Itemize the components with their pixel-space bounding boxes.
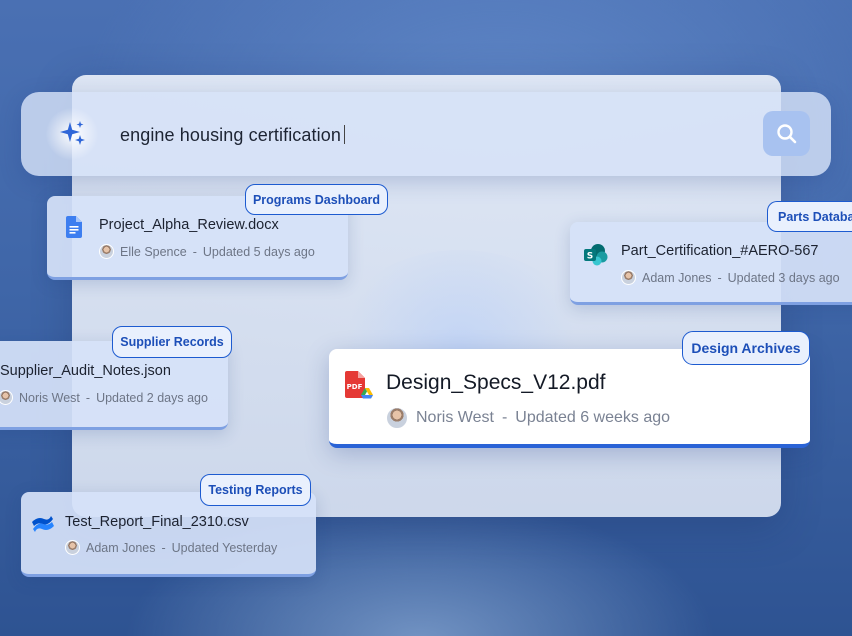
tag-label: Programs Dashboard <box>252 192 381 207</box>
result-card-part-certification[interactable]: S Part_Certification_#AERO-567 Adam Jone… <box>570 222 852 305</box>
confluence-icon <box>32 516 54 532</box>
meta-separator: - <box>192 244 197 259</box>
tag-programs-dashboard[interactable]: Programs Dashboard <box>245 184 388 215</box>
updated-time: Updated Yesterday <box>171 540 278 555</box>
tag-testing-reports[interactable]: Testing Reports <box>200 474 311 506</box>
file-name: Project_Alpha_Review.docx <box>99 217 279 233</box>
file-meta: Elle Spence - Updated 5 days ago <box>99 244 315 259</box>
tag-label: Testing Reports <box>208 483 303 497</box>
search-bar[interactable]: engine housing certification <box>21 92 831 176</box>
author-name: Elle Spence <box>120 244 187 259</box>
meta-separator: - <box>717 270 722 285</box>
tag-label: Parts Databa <box>778 209 852 224</box>
search-input[interactable]: engine housing certification <box>120 125 346 146</box>
author-name: Adam Jones <box>642 270 712 285</box>
tag-label: Supplier Records <box>120 335 224 349</box>
tag-supplier-records[interactable]: Supplier Records <box>112 326 232 358</box>
sharepoint-icon: S <box>584 244 608 266</box>
avatar <box>386 407 408 429</box>
author-name: Noris West <box>416 409 494 426</box>
file-name: Test_Report_Final_2310.csv <box>65 514 249 530</box>
tag-label: Design Archives <box>691 340 801 356</box>
search-icon <box>776 123 796 143</box>
file-meta: Adam Jones - Updated Yesterday <box>65 540 277 555</box>
updated-time: Updated 6 weeks ago <box>515 409 671 426</box>
meta-separator: - <box>85 390 91 405</box>
tag-parts-database[interactable]: Parts Databa <box>767 201 852 232</box>
updated-time: Updated 3 days ago <box>727 270 840 285</box>
text-caret <box>343 125 346 144</box>
google-docs-icon <box>66 216 82 238</box>
updated-time: Updated 5 days ago <box>202 244 315 259</box>
file-meta: Noris West - Updated 2 days ago <box>0 390 208 405</box>
file-name: Design_Specs_V12.pdf <box>386 371 606 394</box>
avatar <box>0 390 13 405</box>
search-query-text: engine housing certification <box>120 125 341 145</box>
avatar <box>621 270 636 285</box>
author-name: Adam Jones <box>86 540 156 555</box>
updated-time: Updated 2 days ago <box>96 390 208 405</box>
pdf-drive-icon: PDF <box>345 371 373 399</box>
file-meta: Adam Jones - Updated 3 days ago <box>621 270 840 285</box>
avatar <box>99 244 114 259</box>
meta-separator: - <box>161 540 166 555</box>
ai-sparkle-icon <box>46 108 98 160</box>
file-meta: Noris West - Updated 6 weeks ago <box>386 407 670 429</box>
search-button[interactable] <box>763 111 810 156</box>
svg-text:S: S <box>587 252 593 262</box>
meta-separator: - <box>501 409 508 426</box>
svg-text:PDF: PDF <box>347 383 363 391</box>
tag-design-archives[interactable]: Design Archives <box>682 331 810 365</box>
file-name: Part_Certification_#AERO-567 <box>621 243 819 259</box>
avatar <box>65 540 80 555</box>
file-name: Supplier_Audit_Notes.json <box>0 363 171 379</box>
author-name: Noris West <box>19 390 80 405</box>
